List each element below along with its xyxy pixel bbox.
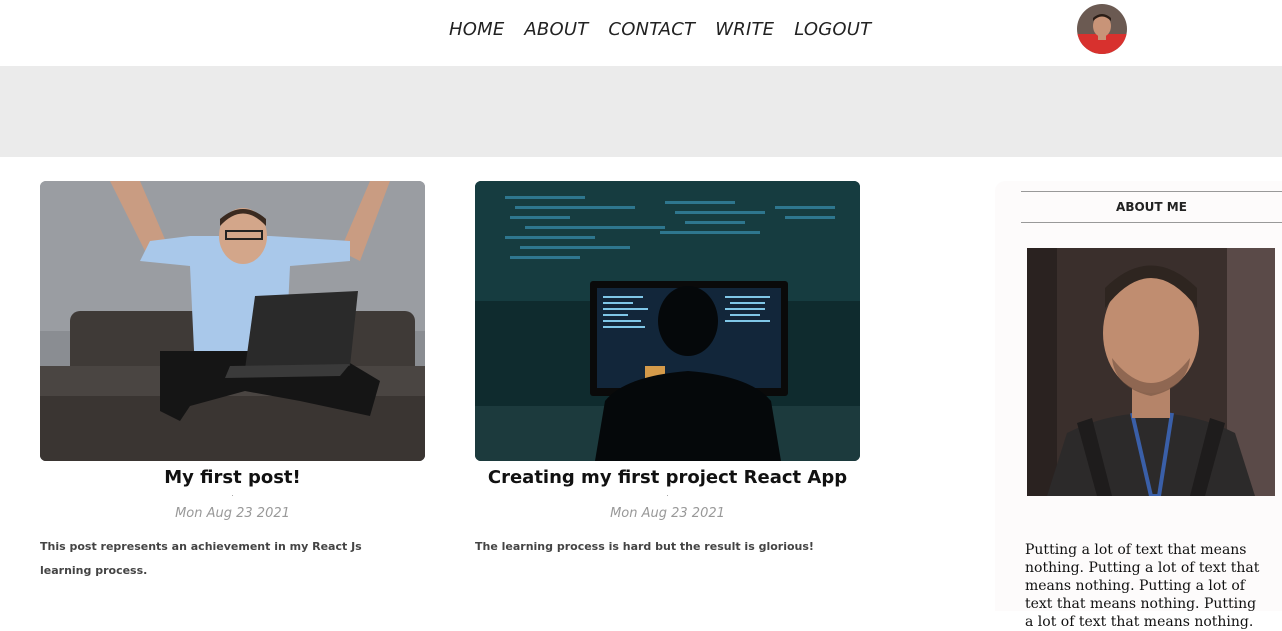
post-category-dot: . (666, 489, 669, 498)
post-category-dot: . (231, 489, 234, 498)
nav-about-link[interactable]: ABOUT (524, 18, 588, 42)
header-banner (0, 66, 1282, 157)
sidebar: ABOUT ME Putting a lot of text that mean… (995, 181, 1282, 630)
post-title[interactable]: Creating my first project React App (475, 466, 860, 490)
about-me-photo (1027, 248, 1275, 496)
nav-write-link[interactable]: WRITE (715, 18, 774, 42)
post-title[interactable]: My first post! (40, 466, 425, 490)
post-description: This post represents an achievement in m… (40, 540, 362, 577)
post-date: Mon Aug 23 2021 (610, 506, 725, 521)
user-avatar[interactable] (1077, 4, 1127, 54)
nav-contact-link[interactable]: CONTACT (608, 18, 695, 42)
post-card: My first post! . Mon Aug 23 2021 This po… (40, 181, 425, 583)
main-nav: HOME ABOUT CONTACT WRITE LOGOUT (449, 18, 891, 42)
sidebar-about-text: Putting a lot of text that means nothing… (1025, 542, 1260, 630)
top-bar: HOME ABOUT CONTACT WRITE LOGOUT (0, 0, 1282, 66)
post-image[interactable] (475, 181, 860, 461)
post-image[interactable] (40, 181, 425, 461)
post-description: The learning process is hard but the res… (475, 540, 814, 553)
nav-home-link[interactable]: HOME (449, 18, 504, 42)
nav-logout-link[interactable]: LOGOUT (794, 18, 871, 42)
post-date: Mon Aug 23 2021 (175, 506, 290, 521)
sidebar-title: ABOUT ME (1021, 191, 1282, 223)
post-card: Creating my first project React App . Mo… (475, 181, 860, 559)
